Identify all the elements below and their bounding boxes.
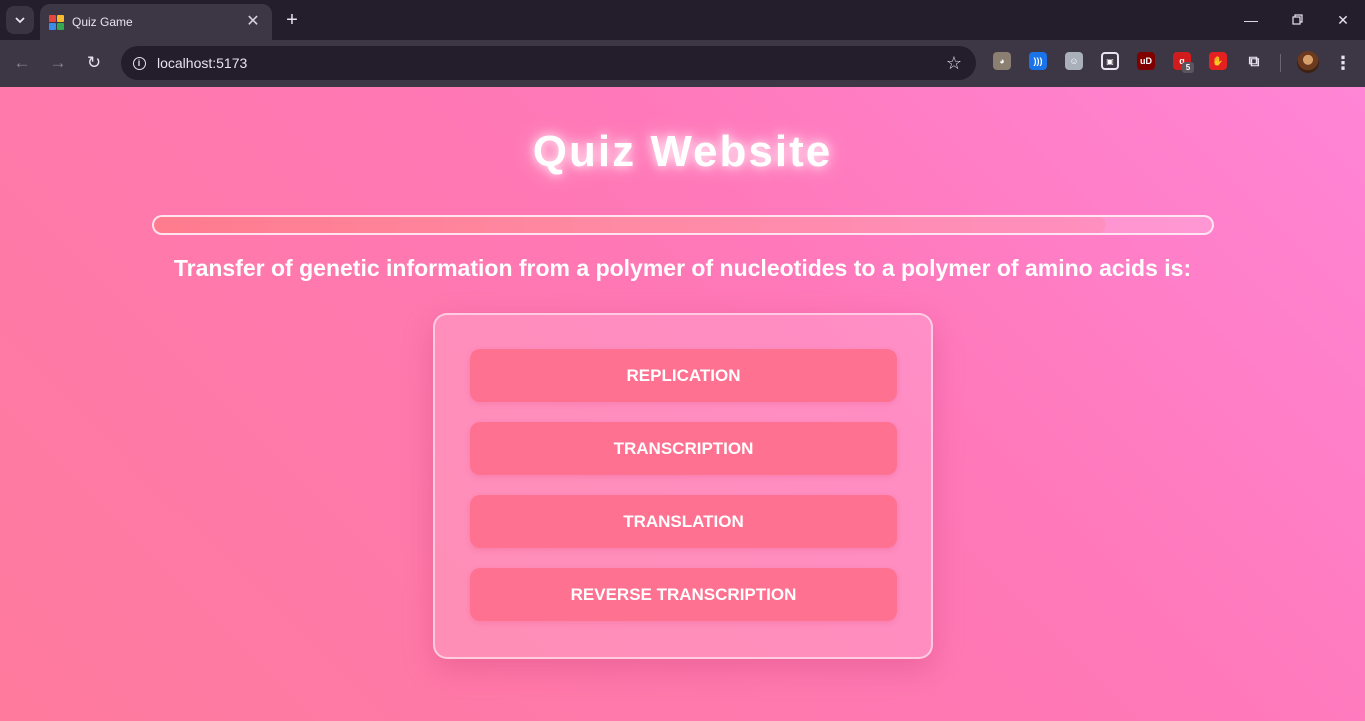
hand-stop-extension-icon[interactable]: ✋ xyxy=(1209,52,1227,70)
tab-title: Quiz Game xyxy=(72,15,133,29)
option-transcription-button[interactable]: TRANSCRIPTION xyxy=(470,422,897,475)
tab-search-button[interactable] xyxy=(6,6,34,34)
chevron-down-icon xyxy=(15,17,25,24)
question-text: Transfer of genetic information from a p… xyxy=(173,255,1192,281)
site-info-icon[interactable]: i xyxy=(128,52,150,74)
option-replication-button[interactable]: REPLICATION xyxy=(470,349,897,402)
option-reverse-transcription-button[interactable]: REVERSE TRANSCRIPTION xyxy=(470,568,897,621)
toolbar-divider xyxy=(1280,54,1281,72)
close-window-icon[interactable]: ✕ xyxy=(1328,8,1358,32)
profile-avatar[interactable] xyxy=(1297,51,1319,73)
url-text[interactable]: localhost:5173 xyxy=(157,55,247,71)
browser-titlebar: Quiz Game ✕ + — ✕ xyxy=(0,0,1365,40)
page-viewport: Quiz Website Transfer of genetic informa… xyxy=(0,87,1365,721)
bookmark-star-icon[interactable]: ☆ xyxy=(946,51,962,75)
forward-arrow-icon[interactable]: → xyxy=(44,50,72,76)
option-translation-button[interactable]: TRANSLATION xyxy=(470,495,897,548)
quiz-grid-icon xyxy=(49,14,64,30)
quiz-progress-fill xyxy=(154,217,1107,233)
browser-tab[interactable]: Quiz Game ✕ xyxy=(40,4,272,40)
new-tab-button[interactable]: + xyxy=(280,8,304,32)
close-tab-icon[interactable]: ✕ xyxy=(244,14,262,30)
extension-badge: 5 xyxy=(1182,62,1194,73)
red-a-extension-icon[interactable]: ɑ5 xyxy=(1173,52,1194,73)
back-arrow-icon[interactable]: ← xyxy=(8,50,36,76)
ghost-extension-icon[interactable]: ☺ xyxy=(1065,52,1083,70)
more-menu-icon[interactable]: ⋮ xyxy=(1334,51,1352,75)
page-title: Quiz Website xyxy=(532,127,833,176)
quiz-progress-bar xyxy=(152,215,1214,235)
answer-card: REPLICATION TRANSCRIPTION TRANSLATION RE… xyxy=(433,313,933,659)
minimize-icon[interactable]: — xyxy=(1236,8,1266,32)
restore-icon[interactable] xyxy=(1282,8,1312,32)
ublock-extension-icon[interactable]: uD xyxy=(1137,52,1155,70)
owl-extension-icon[interactable]: ◕ xyxy=(993,52,1011,70)
puzzle-extensions-icon[interactable]: ⧉ xyxy=(1245,52,1263,70)
wifi-extension-icon[interactable]: ))) xyxy=(1029,52,1047,70)
reload-icon[interactable]: ↻ xyxy=(80,50,108,76)
browser-toolbar: ← → ↻ i localhost:5173 ☆ ◕))) ☺ ▣ uD ɑ 5 ✋ ⧉ ⋮ xyxy=(0,40,1365,87)
pip-extension-icon[interactable]: ▣ xyxy=(1101,52,1119,70)
address-bar[interactable]: i localhost:5173 ☆ xyxy=(121,46,976,80)
